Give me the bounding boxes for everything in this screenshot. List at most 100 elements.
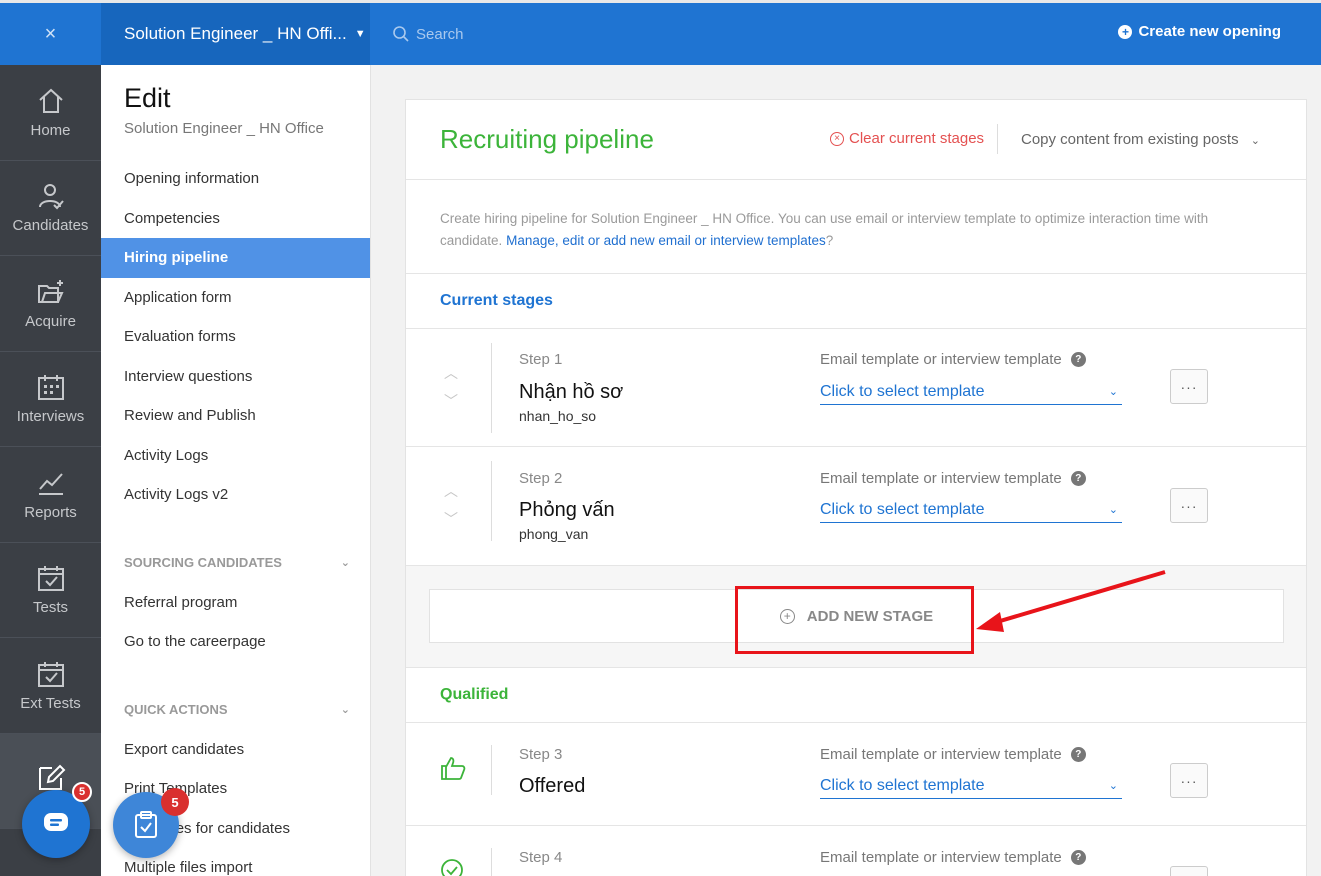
help-icon[interactable]: ? (1070, 850, 1086, 865)
rail-label: Home (30, 121, 71, 139)
description-end: ? (825, 233, 834, 248)
chevron-down-icon: ▼ (354, 28, 366, 40)
calendar-check-icon (37, 661, 64, 687)
menu-item-opening-information[interactable]: Opening information (101, 159, 370, 199)
tasks-button[interactable]: 5 (113, 788, 189, 858)
search-placeholder: Search (416, 25, 464, 43)
template-label-text: Email template or interview template (820, 849, 1062, 866)
edit-menu: Opening information Competencies Hiring … (101, 159, 370, 515)
template-select[interactable]: Click to select template ⌄ (820, 773, 1122, 799)
template-placeholder: Click to select template (820, 382, 985, 400)
manage-templates-link[interactable]: Manage, edit or add new email or intervi… (506, 233, 826, 248)
stage-name: Phỏng vấn (519, 499, 615, 521)
add-stage-label: ADD NEW STAGE (806, 607, 934, 625)
rail-label: Ext Tests (20, 694, 81, 712)
help-icon[interactable]: ? (1070, 352, 1086, 367)
annotation-arrow (976, 570, 1166, 632)
close-icon[interactable]: × (0, 3, 101, 65)
chevron-down-icon: ⌄ (340, 704, 350, 716)
menu-item-hiring-pipeline[interactable]: Hiring pipeline (101, 238, 370, 278)
rail-label: Reports (24, 503, 77, 521)
current-stages-title: Current stages (406, 274, 1306, 329)
divider (491, 848, 492, 876)
quick-actions-header[interactable]: QUICK ACTIONS ⌄ (101, 690, 370, 730)
rail-item-ext-tests[interactable]: Ext Tests (0, 638, 101, 734)
template-label-text: Email template or interview template (820, 746, 1062, 763)
chevron-down-icon: ⌄ (340, 557, 350, 569)
chevron-down-icon: ⌄ (1108, 386, 1118, 398)
edit-sidebar: Edit Solution Engineer _ HN Office Openi… (101, 65, 371, 876)
opening-selector[interactable]: Solution Engineer _ HN Offi... ▼ (101, 3, 370, 65)
menu-item-activity-logs[interactable]: Activity Logs (101, 436, 370, 476)
clipboard-check-icon (135, 811, 157, 838)
chat-icon (44, 813, 68, 831)
chevron-down-icon: ⌄ (1250, 135, 1260, 147)
step-number: Step 3 (519, 746, 563, 763)
stage-row: Step 4 Email template or interview templ… (406, 826, 1306, 876)
template-label-text: Email template or interview template (820, 470, 1062, 487)
divider (491, 745, 492, 795)
step-number: Step 1 (519, 351, 563, 368)
opening-title: Solution Engineer _ HN Offi... (124, 24, 347, 43)
more-options-button[interactable]: ··· (1170, 488, 1208, 523)
menu-item-activity-logs-v2[interactable]: Activity Logs v2 (101, 475, 370, 515)
sourcing-section-header[interactable]: SOURCING CANDIDATES ⌄ (101, 543, 370, 583)
more-options-button[interactable]: ··· (1170, 866, 1208, 876)
create-opening-button[interactable]: + Create new opening (1118, 23, 1281, 40)
clear-stages-button[interactable]: × Clear current stages (830, 130, 984, 147)
step-number: Step 4 (519, 849, 563, 866)
stage-row: ︿ ﹀ Step 1 Nhận hồ sơ nhan_ho_so Email t… (406, 329, 1306, 447)
menu-item-application-form[interactable]: Application form (101, 278, 370, 318)
template-label: Email template or interview template ? (820, 470, 1086, 487)
thumbs-up-icon (440, 755, 466, 786)
rail-label: Acquire (25, 312, 76, 330)
menu-item-export-candidates[interactable]: Export candidates (101, 730, 370, 770)
pipeline-card: Recruiting pipeline × Clear current stag… (405, 99, 1307, 876)
rail-item-reports[interactable]: Reports (0, 447, 101, 543)
chevron-down-icon[interactable]: ﹀ (444, 387, 458, 415)
more-options-button[interactable]: ··· (1170, 369, 1208, 404)
rail-item-acquire[interactable]: Acquire (0, 256, 101, 352)
more-options-button[interactable]: ··· (1170, 763, 1208, 798)
menu-item-review-publish[interactable]: Review and Publish (101, 396, 370, 436)
menu-item-interview-questions[interactable]: Interview questions (101, 357, 370, 397)
calendar-check-icon (37, 566, 64, 592)
chat-button[interactable]: 5 (22, 782, 92, 858)
pipeline-title: Recruiting pipeline (440, 124, 654, 154)
rail-item-interviews[interactable]: Interviews (0, 352, 101, 447)
template-select[interactable]: Click to select template ⌄ (820, 379, 1122, 405)
home-icon (38, 88, 63, 113)
rail-item-home[interactable]: Home (0, 65, 101, 161)
page-subtitle: Solution Engineer _ HN Office (124, 120, 324, 137)
stage-name: Offered (519, 775, 586, 797)
divider (491, 461, 492, 541)
template-label: Email template or interview template ? (820, 849, 1086, 866)
menu-item-competencies[interactable]: Competencies (101, 199, 370, 239)
menu-item-referral-program[interactable]: Referral program (101, 583, 370, 623)
stage-row: Step 3 Offered Email template or intervi… (406, 723, 1306, 826)
plus-circle-icon: + (779, 608, 795, 624)
help-icon[interactable]: ? (1070, 471, 1086, 486)
sourcing-title: SOURCING CANDIDATES (124, 555, 282, 570)
stage-code: phong_van (519, 526, 589, 542)
pipeline-description: Create hiring pipeline for Solution Engi… (406, 180, 1306, 274)
candidates-icon (38, 184, 64, 210)
copy-content-dropdown[interactable]: Copy content from existing posts ⌄ (1021, 131, 1260, 148)
menu-item-evaluation-forms[interactable]: Evaluation forms (101, 317, 370, 357)
chart-line-icon (38, 473, 63, 495)
chevron-up-icon[interactable]: ︿ (444, 477, 458, 505)
rail-label: Candidates (12, 217, 89, 235)
menu-item-careerpage[interactable]: Go to the careerpage (101, 622, 370, 662)
clear-stages-label: Clear current stages (849, 130, 985, 147)
help-icon[interactable]: ? (1070, 747, 1086, 762)
rail-item-candidates[interactable]: Candidates (0, 161, 101, 256)
chevron-down-icon[interactable]: ﹀ (444, 505, 458, 533)
rail-item-tests[interactable]: Tests (0, 543, 101, 638)
stage-code: nhan_ho_so (519, 408, 597, 424)
search-icon (393, 26, 409, 42)
search-box[interactable]: Search (392, 21, 464, 47)
template-select[interactable]: Click to select template ⌄ (820, 497, 1122, 523)
chevron-up-icon[interactable]: ︿ (444, 359, 458, 387)
chat-badge: 5 (72, 782, 92, 802)
pipeline-header: Recruiting pipeline × Clear current stag… (406, 100, 1306, 180)
